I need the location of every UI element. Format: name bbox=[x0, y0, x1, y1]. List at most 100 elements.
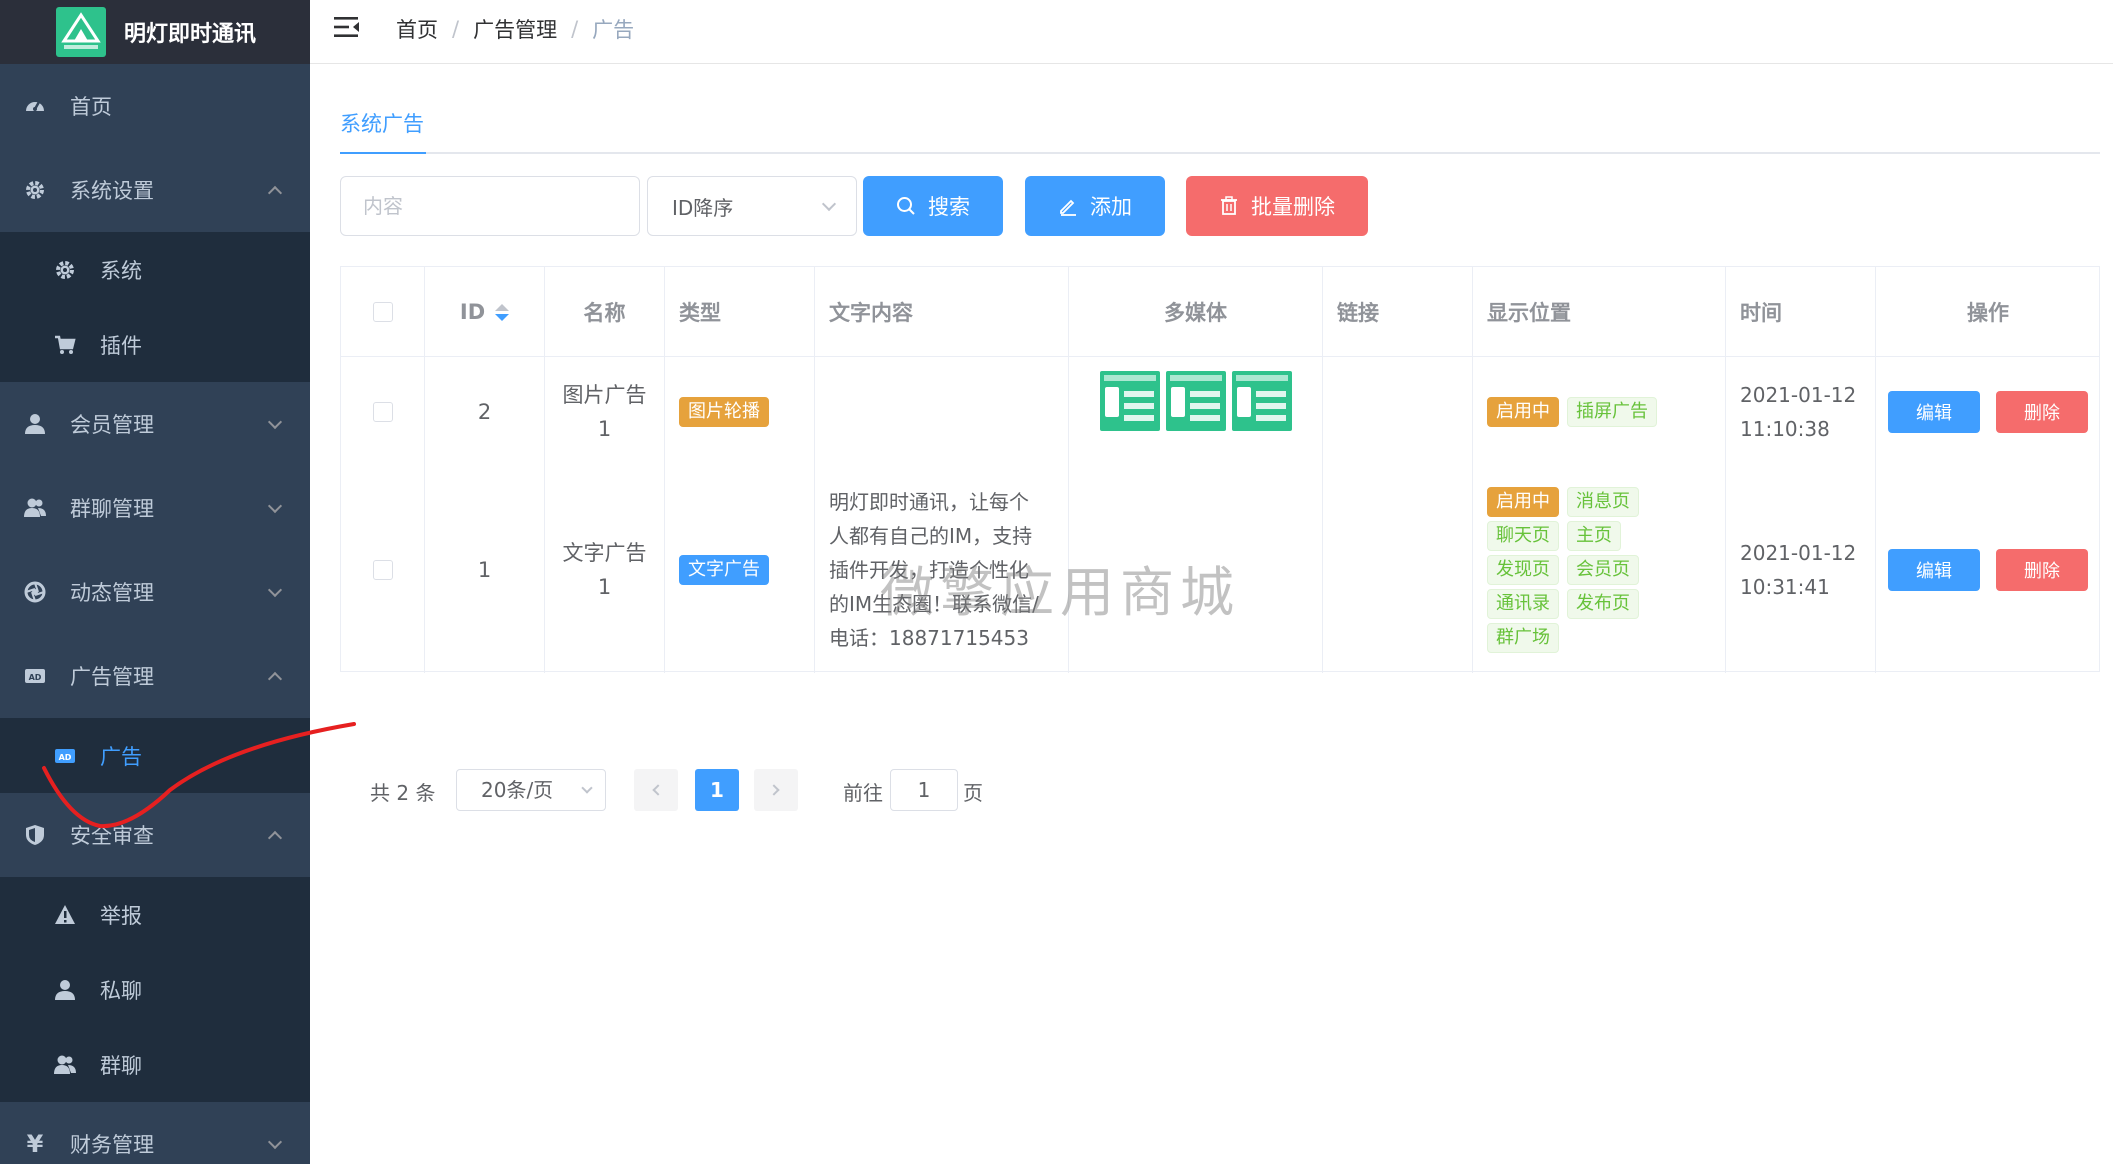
add-button[interactable]: 添加 bbox=[1025, 176, 1165, 236]
sidebar-item-members[interactable]: 会员管理 bbox=[0, 382, 310, 466]
cell-date: 2021-01-12 bbox=[1740, 541, 1857, 565]
cell-text bbox=[815, 357, 1069, 467]
sidebar-item-ad-management[interactable]: AD 广告管理 bbox=[0, 634, 310, 718]
position-tag: 群广场 bbox=[1487, 623, 1559, 653]
chevron-left-icon bbox=[652, 784, 664, 796]
column-header-time: 时间 bbox=[1726, 267, 1876, 357]
column-header-label: ID bbox=[459, 300, 486, 324]
breadcrumb-home[interactable]: 首页 bbox=[396, 14, 438, 44]
sidebar-item-system-settings[interactable]: 系统设置 bbox=[0, 148, 310, 232]
type-tag: 图片轮播 bbox=[679, 397, 769, 427]
sort-order-select[interactable]: ID降序 bbox=[647, 176, 857, 236]
cell-date: 2021-01-12 bbox=[1740, 383, 1857, 407]
cell-id: 2 bbox=[425, 357, 545, 467]
chevron-down-icon bbox=[267, 582, 283, 598]
media-thumbnail[interactable] bbox=[1231, 371, 1292, 431]
media-thumbnail[interactable] bbox=[1165, 371, 1226, 431]
content-search-input[interactable] bbox=[340, 176, 640, 236]
page-size-select[interactable]: 20条/页 bbox=[456, 769, 606, 811]
batch-delete-button[interactable]: 批量删除 bbox=[1186, 176, 1368, 236]
sidebar-item-label: 系统 bbox=[100, 258, 142, 283]
cell-media bbox=[1069, 467, 1323, 673]
sidebar-item-security-review[interactable]: 安全审查 bbox=[0, 793, 310, 877]
chevron-down-icon bbox=[267, 414, 283, 430]
breadcrumb-ad-management[interactable]: 广告管理 bbox=[473, 14, 557, 44]
cell-name: 图片广告 1 bbox=[545, 357, 665, 467]
app-logo[interactable]: 明灯即时通讯 bbox=[0, 0, 310, 64]
cell-type: 文字广告 bbox=[665, 467, 815, 673]
hamburger-fold-icon[interactable] bbox=[334, 16, 360, 38]
user-icon bbox=[54, 979, 76, 1001]
search-button-label: 搜索 bbox=[928, 195, 970, 219]
cell-text: 明灯即时通讯，让每个 人都有自己的IM，支持 插件开发，打造个性化 的IM生态圈… bbox=[815, 467, 1069, 673]
media-thumbnail[interactable] bbox=[1099, 371, 1160, 431]
sidebar-item-label: 会员管理 bbox=[70, 413, 154, 437]
row-checkbox[interactable] bbox=[372, 402, 393, 422]
position-tag: 发现页 bbox=[1487, 555, 1559, 585]
select-all-checkbox[interactable] bbox=[372, 302, 393, 322]
column-header-type: 类型 bbox=[665, 267, 815, 357]
page-number-current[interactable]: 1 bbox=[695, 769, 739, 811]
header-select-all bbox=[341, 267, 425, 357]
goto-page-input[interactable] bbox=[890, 769, 958, 811]
sidebar-item-ads[interactable]: AD 广告 bbox=[0, 718, 310, 793]
gear-icon bbox=[54, 259, 76, 281]
type-tag: 文字广告 bbox=[679, 555, 769, 585]
sidebar: 明灯即时通讯 首页 系统设置 系统 插件 会员管理 群聊管理 动态管理 AD 广… bbox=[0, 0, 310, 1164]
chevron-up-icon bbox=[267, 185, 283, 201]
users-icon bbox=[54, 1054, 76, 1076]
position-tag: 通讯录 bbox=[1487, 589, 1559, 619]
sidebar-item-group-chat-review[interactable]: 群聊 bbox=[0, 1027, 310, 1102]
sidebar-item-moments[interactable]: 动态管理 bbox=[0, 550, 310, 634]
sidebar-item-home[interactable]: 首页 bbox=[0, 64, 310, 148]
yen-icon: ¥ bbox=[26, 1130, 44, 1158]
users-icon bbox=[24, 497, 46, 519]
search-button[interactable]: 搜索 bbox=[863, 176, 1003, 236]
sidebar-item-system[interactable]: 系统 bbox=[0, 232, 310, 307]
edit-button[interactable]: 编辑 bbox=[1888, 549, 1980, 591]
sidebar-item-label: 广告管理 bbox=[70, 665, 154, 689]
sidebar-item-reports[interactable]: 举报 bbox=[0, 877, 310, 952]
delete-button[interactable]: 删除 bbox=[1996, 391, 2088, 433]
app-title: 明灯即时通讯 bbox=[124, 22, 257, 47]
cell-name-line: 文字广告 bbox=[562, 541, 647, 565]
sidebar-item-finance[interactable]: ¥ 财务管理 bbox=[0, 1102, 310, 1164]
cell-link bbox=[1323, 467, 1473, 673]
sidebar-item-private-chats[interactable]: 私聊 bbox=[0, 952, 310, 1027]
cell-name: 文字广告 1 bbox=[545, 467, 665, 673]
position-tag: 发布页 bbox=[1567, 589, 1639, 619]
column-header-id[interactable]: ID bbox=[425, 267, 545, 357]
prev-page-button[interactable] bbox=[634, 769, 678, 811]
text-line: 的IM生态圈！联系微信/ bbox=[829, 592, 1039, 616]
delete-button[interactable]: 删除 bbox=[1996, 549, 2088, 591]
trash-icon bbox=[1219, 196, 1239, 216]
ads-table: ID 名称 类型 文字内容 多媒体 链接 显示位置 时间 操作 2 图片广告 1… bbox=[340, 266, 2100, 673]
cell-name-line: 1 bbox=[597, 575, 612, 599]
sidebar-item-label: 举报 bbox=[100, 903, 142, 928]
sidebar-item-plugins[interactable]: 插件 bbox=[0, 307, 310, 382]
sidebar-item-label: 插件 bbox=[100, 333, 142, 358]
cell-type: 图片轮播 bbox=[665, 357, 815, 467]
shield-icon bbox=[24, 824, 46, 846]
sort-caret-icon[interactable] bbox=[495, 303, 510, 321]
cell-id: 1 bbox=[425, 467, 545, 673]
text-line: 插件开发，打造个性化 bbox=[829, 558, 1029, 582]
column-header-text: 文字内容 bbox=[815, 267, 1069, 357]
pagination-total: 共 2 条 bbox=[370, 781, 436, 805]
sidebar-item-group-chats[interactable]: 群聊管理 bbox=[0, 466, 310, 550]
status-tag: 启用中 bbox=[1487, 397, 1559, 427]
tab-system-ads[interactable]: 系统广告 bbox=[340, 104, 424, 154]
table-row: 1 文字广告 1 文字广告 明灯即时通讯，让每个 人都有自己的IM，支持 插件开… bbox=[341, 467, 2099, 673]
column-header-position: 显示位置 bbox=[1473, 267, 1726, 357]
row-checkbox[interactable] bbox=[372, 560, 393, 580]
page-unit-label: 页 bbox=[963, 781, 983, 805]
chevron-down-icon bbox=[821, 196, 837, 212]
next-page-button[interactable] bbox=[754, 769, 798, 811]
cell-actions: 编辑 删除 bbox=[1876, 467, 2100, 673]
breadcrumb-separator: / bbox=[571, 17, 579, 41]
search-icon bbox=[896, 196, 916, 216]
cell-position: 启用中 消息页 聊天页 主页 发现页 会员页 通讯录 发布页 群广场 bbox=[1473, 467, 1726, 673]
cell-name-line: 图片广告 bbox=[562, 383, 647, 407]
app-logo-icon bbox=[56, 7, 106, 57]
edit-button[interactable]: 编辑 bbox=[1888, 391, 1980, 433]
